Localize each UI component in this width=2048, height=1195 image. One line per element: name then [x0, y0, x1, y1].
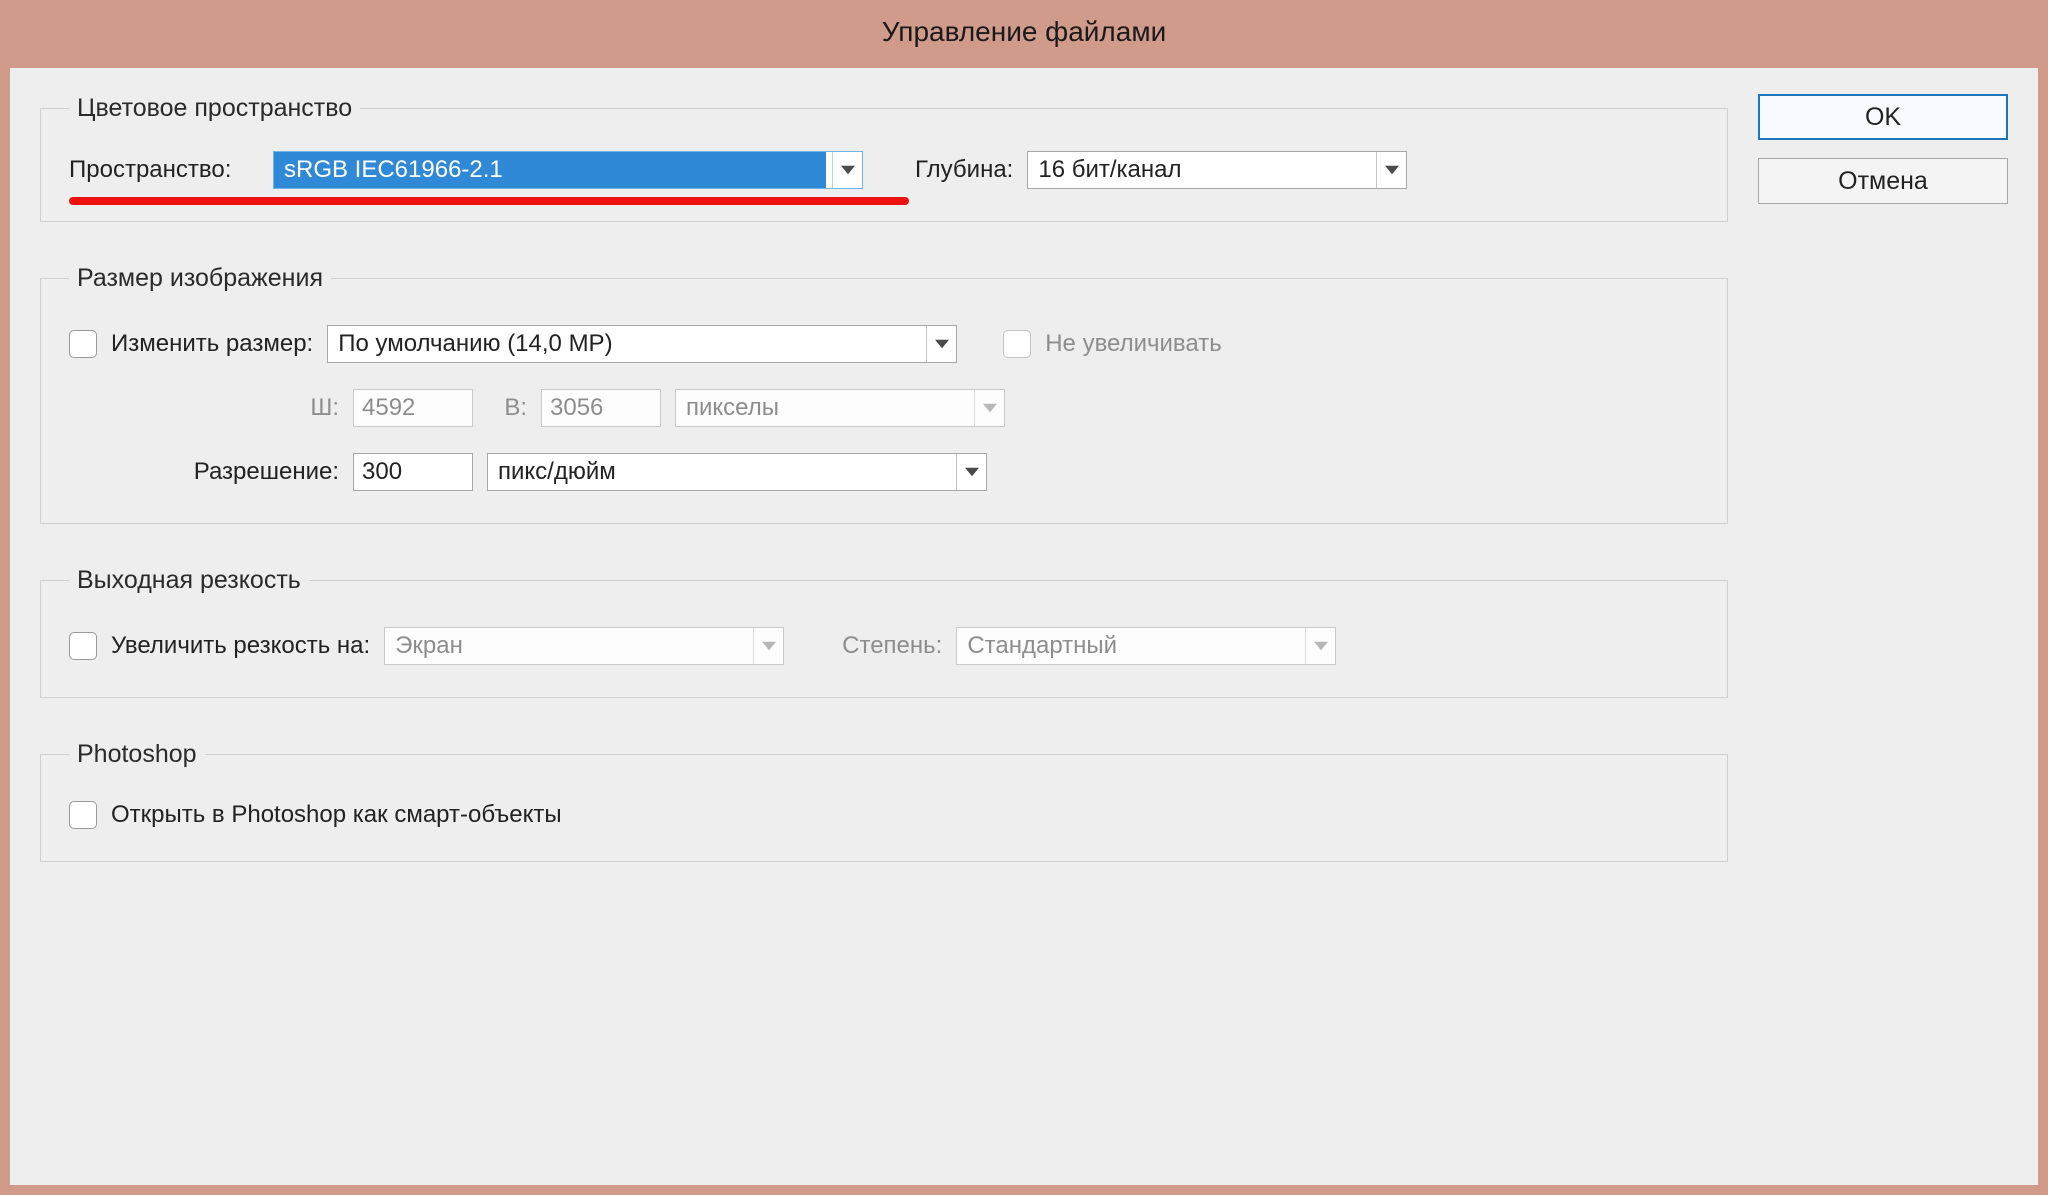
- depth-label: Глубина:: [915, 156, 1013, 184]
- group-image-size-legend: Размер изображения: [69, 264, 331, 293]
- width-label: Ш:: [69, 394, 339, 422]
- resolution-input[interactable]: 300: [353, 453, 473, 491]
- open-smart-objects-label: Открыть в Photoshop как смарт-объекты: [111, 801, 562, 829]
- options-pane: Цветовое пространство Пространство: sRGB…: [40, 94, 1728, 1155]
- title-bar: Управление файлами: [0, 0, 2048, 64]
- chevron-down-icon: [832, 152, 862, 188]
- size-unit-select: пикселы: [675, 389, 1005, 427]
- group-photoshop: Photoshop Открыть в Photoshop как смарт-…: [40, 740, 1728, 862]
- dialog-window: Управление файлами Цветовое пространство…: [0, 0, 2048, 1195]
- group-output-sharpen-legend: Выходная резкость: [69, 566, 309, 595]
- dialog-title: Управление файлами: [882, 16, 1166, 48]
- sharpen-target-value: Экран: [395, 632, 463, 660]
- annotation-red-underline: [69, 197, 909, 205]
- dialog-buttons: OK Отмена: [1758, 94, 2008, 1155]
- resize-checkbox[interactable]: [69, 330, 97, 358]
- cancel-button[interactable]: Отмена: [1758, 158, 2008, 204]
- ok-button[interactable]: OK: [1758, 94, 2008, 140]
- chevron-down-icon: [753, 628, 783, 664]
- width-input: 4592: [353, 389, 473, 427]
- height-input: 3056: [541, 389, 661, 427]
- dialog-body: Цветовое пространство Пространство: sRGB…: [10, 68, 2038, 1185]
- space-label: Пространство:: [69, 156, 259, 184]
- sharpen-target-select: Экран: [384, 627, 784, 665]
- resolution-label: Разрешение:: [69, 458, 339, 486]
- open-smart-objects-checkbox[interactable]: [69, 801, 97, 829]
- resolution-unit-value: пикс/дюйм: [498, 458, 616, 486]
- group-image-size: Размер изображения Изменить размер: По у…: [40, 264, 1728, 524]
- depth-select-value: 16 бит/канал: [1038, 156, 1181, 184]
- sharpen-checkbox[interactable]: [69, 632, 97, 660]
- height-label: В:: [487, 394, 527, 422]
- sharpen-label: Увеличить резкость на:: [111, 632, 370, 660]
- depth-select[interactable]: 16 бит/канал: [1027, 151, 1407, 189]
- resolution-unit-select[interactable]: пикс/дюйм: [487, 453, 987, 491]
- group-output-sharpen: Выходная резкость Увеличить резкость на:…: [40, 566, 1728, 698]
- chevron-down-icon: [956, 454, 986, 490]
- no-upscale-label: Не увеличивать: [1045, 330, 1222, 358]
- sharpen-amount-label: Степень:: [842, 632, 942, 660]
- resize-preset-select[interactable]: По умолчанию (14,0 MP): [327, 325, 957, 363]
- chevron-down-icon: [1305, 628, 1335, 664]
- group-color-space-legend: Цветовое пространство: [69, 94, 360, 123]
- space-select-value: sRGB IEC61966-2.1: [274, 152, 826, 188]
- resize-label: Изменить размер:: [111, 330, 313, 358]
- resize-preset-value: По умолчанию (14,0 MP): [338, 330, 612, 358]
- group-photoshop-legend: Photoshop: [69, 740, 205, 769]
- chevron-down-icon: [974, 390, 1004, 426]
- sharpen-amount-value: Стандартный: [967, 632, 1117, 660]
- no-upscale-checkbox: [1003, 330, 1031, 358]
- chevron-down-icon: [926, 326, 956, 362]
- size-unit-value: пикселы: [686, 394, 779, 422]
- chevron-down-icon: [1376, 152, 1406, 188]
- space-select[interactable]: sRGB IEC61966-2.1: [273, 151, 863, 189]
- group-color-space: Цветовое пространство Пространство: sRGB…: [40, 94, 1728, 222]
- sharpen-amount-select: Стандартный: [956, 627, 1336, 665]
